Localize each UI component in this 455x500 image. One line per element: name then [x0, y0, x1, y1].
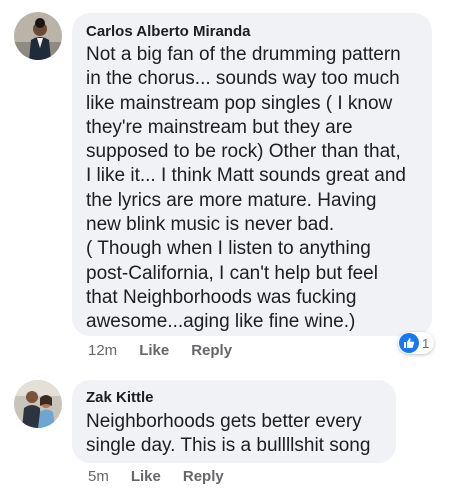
comment-line: in the chorus... sounds way too much [86, 68, 400, 90]
comment-line: new blink music is never bad. [86, 214, 335, 236]
comment-line: post-California, I can't help but feel [86, 262, 378, 284]
comment-actions: 12m Like Reply [88, 342, 254, 360]
comment-time[interactable]: 5m [88, 468, 109, 486]
like-button[interactable]: Like [139, 342, 169, 360]
like-button[interactable]: Like [131, 468, 161, 486]
comment-time[interactable]: 12m [88, 342, 117, 360]
reply-button[interactable]: Reply [191, 342, 232, 360]
comment-line: they're mainstream but they are [86, 116, 353, 138]
comment-bubble: Carlos Alberto Miranda Not a big fan of … [72, 13, 432, 336]
comment-text: Neighborhoods gets better every single d… [86, 410, 370, 459]
comment-line: I like it... I think Matt sounds great a… [86, 165, 406, 187]
comment-line: single day. This is a bullllshit song [86, 435, 371, 457]
reaction-count: 1 [422, 335, 430, 351]
comment-text: Not a big fan of the drumming pattern in… [86, 43, 406, 335]
comment-line: the lyrics are more mature. Having [86, 189, 377, 211]
comment-actions: 5m Like Reply [88, 468, 246, 486]
avatar[interactable] [14, 380, 62, 428]
comment-line: awesome...aging like fine wine.) [86, 311, 356, 333]
comment-author[interactable]: Carlos Alberto Miranda [86, 23, 250, 41]
avatar[interactable] [14, 12, 62, 60]
comment-line: that Neighborhoods was fucking [86, 286, 357, 308]
reply-button[interactable]: Reply [183, 468, 224, 486]
comment-author[interactable]: Zak Kittle [86, 389, 154, 407]
comment-line: Not a big fan of the drumming pattern [86, 44, 401, 65]
comment-bubble: Zak Kittle Neighborhoods gets better eve… [72, 380, 396, 463]
like-icon [399, 333, 419, 353]
comment-line: like mainstream pop singles ( I know [86, 92, 393, 114]
comment-line: ( Though when I listen to anything [86, 238, 371, 260]
comment-line: supposed to be rock) Other than that, [86, 141, 401, 163]
comment-line: Neighborhoods gets better every [86, 411, 362, 432]
profile-photo-icon [14, 380, 62, 428]
profile-photo-icon [14, 12, 62, 60]
reaction-badge[interactable]: 1 [398, 332, 435, 354]
